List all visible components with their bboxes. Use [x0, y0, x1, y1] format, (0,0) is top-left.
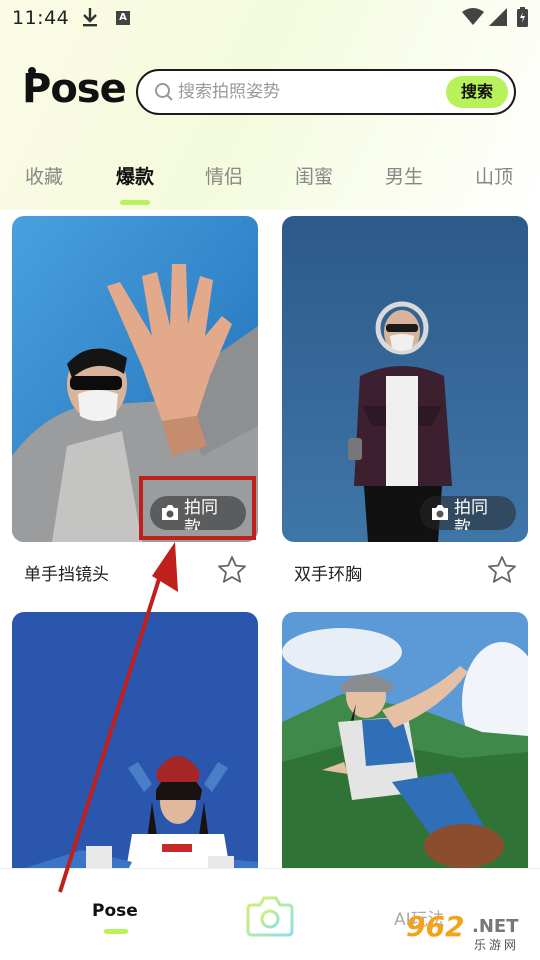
search-icon	[155, 83, 173, 101]
wifi-icon	[462, 8, 484, 25]
camera-nav-icon[interactable]	[246, 893, 294, 937]
nav-active-indicator	[104, 929, 128, 934]
tab-couples[interactable]: 情侣	[205, 162, 243, 189]
site-watermark: 962 .NET 乐游网	[400, 908, 540, 960]
battery-icon	[517, 7, 528, 27]
favorite-star-icon[interactable]	[486, 554, 518, 586]
annotation-arrow-head	[152, 542, 178, 592]
tab-mountain-top[interactable]: 山顶	[475, 162, 513, 189]
signal-icon	[489, 8, 507, 26]
take-same-button[interactable]: 拍同款	[150, 496, 246, 530]
search-button[interactable]: 搜索	[446, 76, 508, 108]
watermark-number: 962	[406, 910, 465, 943]
favorite-star-icon[interactable]	[216, 554, 248, 586]
pose-title: 单手挡镜头	[24, 565, 109, 585]
tab-boys[interactable]: 男生	[385, 162, 423, 189]
watermark-cn: 乐游网	[474, 938, 520, 952]
status-time: 11:44	[12, 7, 70, 29]
a-notification-icon: A	[116, 11, 130, 25]
camera-icon	[432, 505, 448, 520]
tab-besties[interactable]: 闺蜜	[295, 162, 333, 189]
category-tabs: 收藏 爆款 情侣 闺蜜 男生 山顶	[0, 158, 540, 208]
pose-title: 双手环胸	[294, 565, 362, 585]
tab-popular[interactable]: 爆款	[116, 162, 154, 189]
camera-icon	[162, 505, 178, 520]
active-tab-indicator	[120, 200, 150, 205]
search-input[interactable]	[178, 79, 438, 105]
tab-favorites[interactable]: 收藏	[25, 162, 63, 189]
app-logo: Pose	[22, 66, 127, 112]
download-icon	[83, 8, 97, 27]
nav-pose[interactable]: Pose	[92, 901, 138, 921]
pose-photo[interactable]	[282, 216, 528, 542]
take-same-label: 拍同款	[184, 498, 218, 530]
pose-photo[interactable]	[12, 216, 258, 542]
take-same-button[interactable]: 拍同款	[420, 496, 516, 530]
status-bar: 11:44 A	[0, 0, 540, 36]
watermark-net: .NET	[472, 916, 519, 937]
search-bar[interactable]: 搜索	[136, 69, 516, 115]
take-same-label: 拍同款	[454, 498, 488, 530]
